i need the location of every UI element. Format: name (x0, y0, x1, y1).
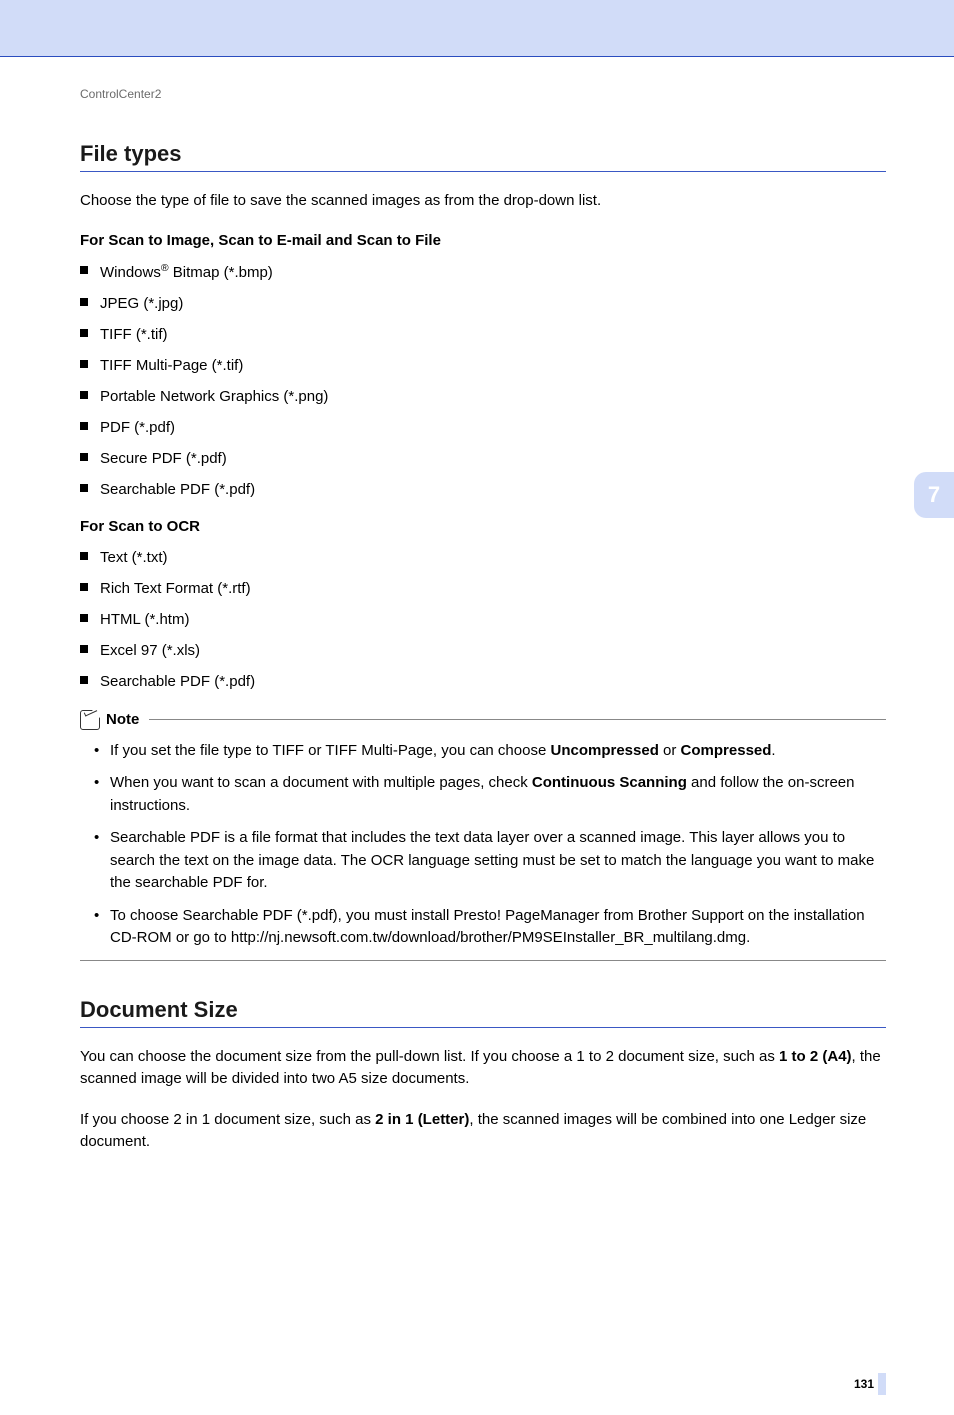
list-item: Searchable PDF (*.pdf) (80, 479, 886, 500)
list-item: PDF (*.pdf) (80, 417, 886, 438)
list-item: Text (*.txt) (80, 547, 886, 568)
intro-paragraph: Choose the type of file to save the scan… (80, 190, 886, 212)
top-header-bar (0, 0, 954, 57)
note-label: Note (106, 711, 139, 728)
list-item: Rich Text Format (*.rtf) (80, 578, 886, 599)
section-heading-file-types: File types (80, 141, 886, 167)
page-content: 7 ControlCenter2 File types Choose the t… (0, 57, 954, 1415)
note-item: When you want to scan a document with mu… (80, 772, 886, 817)
section-heading-document-size: Document Size (80, 997, 886, 1023)
chapter-tab: 7 (914, 472, 954, 518)
note-bold: Uncompressed (550, 742, 658, 759)
item-text: Bitmap (*.bmp) (169, 264, 273, 281)
note-bold: Continuous Scanning (532, 774, 687, 791)
registered-mark: ® (161, 262, 169, 274)
section-rule (80, 171, 886, 172)
note-bold: Compressed (681, 742, 772, 759)
list-item: TIFF Multi-Page (*.tif) (80, 355, 886, 376)
list-item: HTML (*.htm) (80, 609, 886, 630)
breadcrumb: ControlCenter2 (80, 87, 886, 101)
page-number-accent (878, 1373, 886, 1395)
para-bold: 2 in 1 (Letter) (375, 1111, 469, 1128)
note-list: If you set the file type to TIFF or TIFF… (80, 740, 886, 950)
list-item: JPEG (*.jpg) (80, 293, 886, 314)
subheading-scan-ocr: For Scan to OCR (80, 518, 886, 535)
subheading-scan-image: For Scan to Image, Scan to E-mail and Sc… (80, 232, 886, 249)
page-number: 131 (854, 1377, 874, 1391)
list-item: Windows® Bitmap (*.bmp) (80, 261, 886, 283)
list-item: Portable Network Graphics (*.png) (80, 386, 886, 407)
note-header: Note (80, 710, 886, 730)
page-number-area: 131 (80, 1373, 886, 1395)
note-end-rule (80, 960, 886, 961)
note-item: To choose Searchable PDF (*.pdf), you mu… (80, 905, 886, 950)
docsize-paragraph-2: If you choose 2 in 1 document size, such… (80, 1109, 886, 1153)
file-type-list-1: Windows® Bitmap (*.bmp) JPEG (*.jpg) TIF… (80, 261, 886, 500)
note-text: When you want to scan a document with mu… (110, 774, 532, 791)
note-text: . (771, 742, 775, 759)
item-text: Windows (100, 264, 161, 281)
note-text: or (659, 742, 681, 759)
note-icon (80, 710, 100, 730)
note-text: If you set the file type to TIFF or TIFF… (110, 742, 550, 759)
note-item: If you set the file type to TIFF or TIFF… (80, 740, 886, 763)
note-item: Searchable PDF is a file format that inc… (80, 827, 886, 895)
note-rule (149, 719, 886, 720)
para-text: If you choose 2 in 1 document size, such… (80, 1111, 375, 1128)
list-item: TIFF (*.tif) (80, 324, 886, 345)
list-item: Searchable PDF (*.pdf) (80, 671, 886, 692)
list-item: Secure PDF (*.pdf) (80, 448, 886, 469)
docsize-paragraph-1: You can choose the document size from th… (80, 1046, 886, 1090)
para-bold: 1 to 2 (A4) (779, 1048, 852, 1065)
file-type-list-2: Text (*.txt) Rich Text Format (*.rtf) HT… (80, 547, 886, 692)
section-rule (80, 1027, 886, 1028)
list-item: Excel 97 (*.xls) (80, 640, 886, 661)
para-text: You can choose the document size from th… (80, 1048, 779, 1065)
